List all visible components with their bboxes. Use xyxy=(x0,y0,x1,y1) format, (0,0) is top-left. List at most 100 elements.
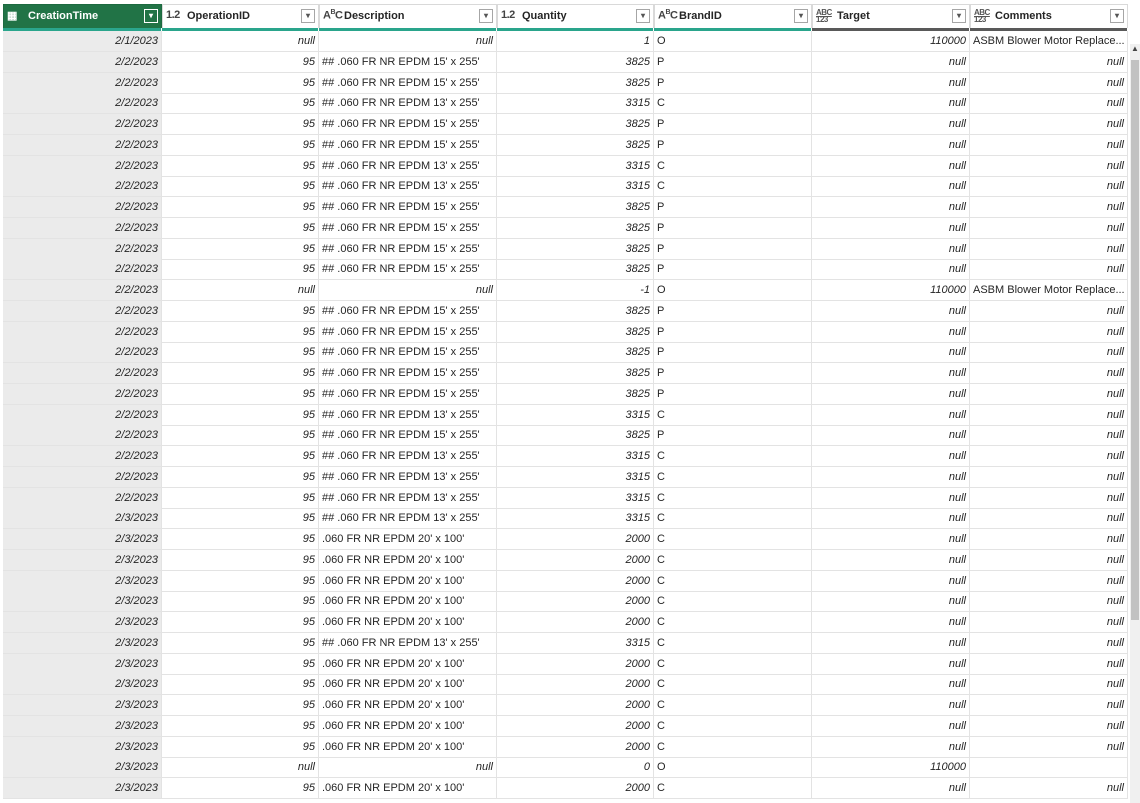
cell-quantity[interactable]: 3315 xyxy=(497,466,654,488)
cell-description[interactable]: .060 FR NR EPDM 20' x 100' xyxy=(319,715,497,737)
cell-brandid[interactable]: P xyxy=(654,134,812,156)
cell-creationtime[interactable]: 2/3/2023 xyxy=(3,653,162,675)
scroll-up-icon[interactable]: ▲ xyxy=(1130,44,1140,58)
cell-quantity[interactable]: 3315 xyxy=(497,446,654,467)
cell-target[interactable]: null xyxy=(812,529,970,550)
cell-target[interactable]: 110000 xyxy=(812,757,970,779)
cell-brandid[interactable]: P xyxy=(654,114,812,135)
cell-creationtime[interactable]: 2/3/2023 xyxy=(3,549,162,571)
cell-creationtime[interactable]: 2/2/2023 xyxy=(3,238,162,260)
cell-operationid[interactable]: 95 xyxy=(162,342,319,364)
cell-brandid[interactable]: C xyxy=(654,674,812,696)
cell-creationtime[interactable]: 2/2/2023 xyxy=(3,383,162,405)
cell-target[interactable]: null xyxy=(812,778,970,799)
cell-quantity[interactable]: 3825 xyxy=(497,363,654,384)
cell-target[interactable]: null xyxy=(812,321,970,343)
cell-target[interactable]: null xyxy=(812,736,970,758)
cell-description[interactable]: null xyxy=(319,31,497,52)
cell-target[interactable]: null xyxy=(812,695,970,716)
cell-quantity[interactable]: 3825 xyxy=(497,217,654,239)
decimal-type-icon[interactable]: 1.2 xyxy=(501,9,515,21)
cell-creationtime[interactable]: 2/2/2023 xyxy=(3,425,162,447)
cell-brandid[interactable]: C xyxy=(654,632,812,654)
cell-target[interactable]: null xyxy=(812,51,970,73)
cell-operationid[interactable]: 95 xyxy=(162,238,319,260)
cell-creationtime[interactable]: 2/3/2023 xyxy=(3,591,162,613)
cell-description[interactable]: ## .060 FR NR EPDM 13' x 255' xyxy=(319,404,497,426)
cell-target[interactable]: null xyxy=(812,238,970,260)
cell-operationid[interactable]: 95 xyxy=(162,134,319,156)
cell-description[interactable]: .060 FR NR EPDM 20' x 100' xyxy=(319,653,497,675)
cell-target[interactable]: null xyxy=(812,591,970,613)
cell-operationid[interactable]: 95 xyxy=(162,425,319,447)
cell-comments[interactable]: null xyxy=(970,778,1128,799)
cell-target[interactable]: null xyxy=(812,72,970,94)
cell-comments[interactable]: null xyxy=(970,487,1128,509)
cell-quantity[interactable]: 3825 xyxy=(497,425,654,447)
cell-description[interactable]: ## .060 FR NR EPDM 15' x 255' xyxy=(319,72,497,94)
cell-comments[interactable]: null xyxy=(970,93,1128,115)
cell-comments[interactable]: null xyxy=(970,674,1128,696)
column-header-brandid[interactable]: ABC BrandID ▾ xyxy=(654,4,812,28)
cell-target[interactable]: null xyxy=(812,632,970,654)
cell-description[interactable]: ## .060 FR NR EPDM 13' x 255' xyxy=(319,155,497,177)
cell-target[interactable]: null xyxy=(812,715,970,737)
cell-creationtime[interactable]: 2/2/2023 xyxy=(3,404,162,426)
cell-quantity[interactable]: 0 xyxy=(497,757,654,779)
cell-operationid[interactable]: 95 xyxy=(162,72,319,94)
cell-comments[interactable]: null xyxy=(970,383,1128,405)
cell-target[interactable]: null xyxy=(812,217,970,239)
column-header-quantity[interactable]: 1.2 Quantity ▾ xyxy=(497,4,654,28)
cell-operationid[interactable]: 95 xyxy=(162,570,319,592)
cell-comments[interactable]: null xyxy=(970,134,1128,156)
cell-description[interactable]: ## .060 FR NR EPDM 13' x 255' xyxy=(319,176,497,198)
cell-description[interactable]: .060 FR NR EPDM 20' x 100' xyxy=(319,695,497,716)
cell-description[interactable]: ## .060 FR NR EPDM 13' x 255' xyxy=(319,632,497,654)
cell-quantity[interactable]: 2000 xyxy=(497,674,654,696)
cell-creationtime[interactable]: 2/2/2023 xyxy=(3,466,162,488)
cell-description[interactable]: ## .060 FR NR EPDM 15' x 255' xyxy=(319,134,497,156)
cell-target[interactable]: 110000 xyxy=(812,280,970,301)
cell-comments[interactable]: null xyxy=(970,612,1128,633)
cell-comments[interactable]: null xyxy=(970,342,1128,364)
cell-brandid[interactable]: P xyxy=(654,425,812,447)
cell-quantity[interactable]: 3315 xyxy=(497,93,654,115)
cell-target[interactable]: null xyxy=(812,134,970,156)
column-header-description[interactable]: ABC Description ▾ xyxy=(319,4,497,28)
cell-description[interactable]: .060 FR NR EPDM 20' x 100' xyxy=(319,549,497,571)
cell-quantity[interactable]: 3315 xyxy=(497,508,654,530)
cell-target[interactable]: null xyxy=(812,114,970,135)
cell-comments[interactable]: null xyxy=(970,404,1128,426)
cell-target[interactable]: null xyxy=(812,466,970,488)
cell-comments[interactable]: null xyxy=(970,591,1128,613)
cell-comments[interactable]: null xyxy=(970,259,1128,281)
cell-quantity[interactable]: 3825 xyxy=(497,72,654,94)
cell-operationid[interactable]: 95 xyxy=(162,715,319,737)
cell-quantity[interactable]: 3315 xyxy=(497,632,654,654)
cell-comments[interactable]: null xyxy=(970,72,1128,94)
cell-description[interactable]: .060 FR NR EPDM 20' x 100' xyxy=(319,570,497,592)
cell-operationid[interactable]: 95 xyxy=(162,736,319,758)
cell-quantity[interactable]: 2000 xyxy=(497,612,654,633)
cell-quantity[interactable]: 3825 xyxy=(497,342,654,364)
cell-target[interactable]: null xyxy=(812,404,970,426)
cell-comments[interactable]: ASBM Blower Motor Replace... xyxy=(970,31,1128,52)
cell-comments[interactable]: null xyxy=(970,529,1128,550)
column-header-creationtime[interactable]: ▦ CreationTime ▾ xyxy=(3,4,162,28)
cell-quantity[interactable]: 2000 xyxy=(497,778,654,799)
cell-comments[interactable]: null xyxy=(970,736,1128,758)
cell-description[interactable]: ## .060 FR NR EPDM 15' x 255' xyxy=(319,217,497,239)
cell-description[interactable]: ## .060 FR NR EPDM 15' x 255' xyxy=(319,383,497,405)
cell-creationtime[interactable]: 2/2/2023 xyxy=(3,155,162,177)
cell-brandid[interactable]: C xyxy=(654,715,812,737)
filter-dropdown-icon[interactable]: ▾ xyxy=(1110,9,1124,23)
cell-creationtime[interactable]: 2/2/2023 xyxy=(3,342,162,364)
cell-creationtime[interactable]: 2/2/2023 xyxy=(3,134,162,156)
cell-description[interactable]: .060 FR NR EPDM 20' x 100' xyxy=(319,529,497,550)
cell-operationid[interactable]: 95 xyxy=(162,404,319,426)
cell-quantity[interactable]: 2000 xyxy=(497,529,654,550)
cell-target[interactable]: null xyxy=(812,93,970,115)
cell-operationid[interactable]: 95 xyxy=(162,591,319,613)
cell-operationid[interactable]: 95 xyxy=(162,259,319,281)
cell-description[interactable]: ## .060 FR NR EPDM 15' x 255' xyxy=(319,425,497,447)
